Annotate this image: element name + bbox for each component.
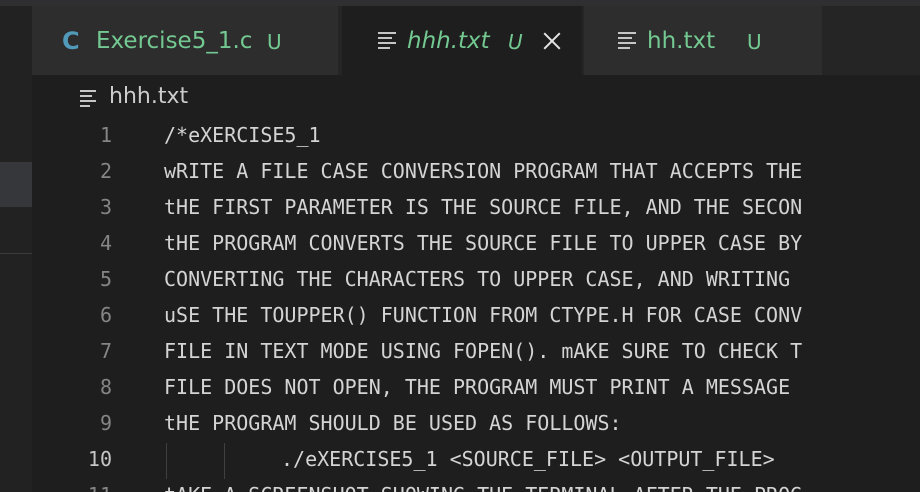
editor-line[interactable]: 4 tHE PROGRAM CONVERTS THE SOURCE FILE T… <box>32 227 920 263</box>
untracked-badge: U <box>747 30 762 54</box>
line-number: 11 <box>32 483 112 492</box>
c-language-icon: C <box>62 27 80 55</box>
line-text: tHE FIRST PARAMETER IS THE SOURCE FILE, … <box>164 195 803 219</box>
indent-guide <box>224 443 225 479</box>
breadcrumb[interactable]: hhh.txt <box>32 75 920 119</box>
file-lines-icon <box>378 32 396 49</box>
line-text: CONVERTING THE CHARACTERS TO UPPER CASE,… <box>164 267 791 291</box>
line-text: tHE PROGRAM SHOULD BE USED AS FOLLOWS: <box>164 411 622 435</box>
editor-line[interactable]: 7 FILE IN TEXT MODE USING FOPEN(). mAKE … <box>32 335 920 371</box>
side-panel-divider <box>0 253 32 254</box>
line-text: FILE IN TEXT MODE USING FOPEN(). mAKE SU… <box>164 339 803 363</box>
editor-line[interactable]: 10 ./eXERCISE5_1 <SOURCE_FILE> <OUTPUT_F… <box>32 443 920 479</box>
line-number: 9 <box>99 411 112 435</box>
breadcrumb-file-label: hhh.txt <box>109 84 189 109</box>
line-number: 6 <box>99 303 112 327</box>
indent-guide <box>166 443 167 479</box>
editor-line[interactable]: 5 CONVERTING THE CHARACTERS TO UPPER CAS… <box>32 263 920 299</box>
editor-tab-bar: C Exercise5_1.c U hhh.txt U hh.txt U <box>32 6 920 75</box>
text-editor[interactable]: 1 /*eXERCISE5_1 2 wRITE A FILE CASE CONV… <box>32 119 920 492</box>
side-panel-selected-item[interactable] <box>0 162 32 207</box>
tab-label: hhh.txt <box>407 28 490 54</box>
side-panel <box>0 0 32 492</box>
tab-exercise5-1-c[interactable]: C Exercise5_1.c U <box>32 6 338 75</box>
line-number: 8 <box>99 375 112 399</box>
line-text: tHE PROGRAM CONVERTS THE SOURCE FILE TO … <box>164 231 803 255</box>
editor-line[interactable]: 8 FILE DOES NOT OPEN, THE PROGRAM MUST P… <box>32 371 920 407</box>
file-lines-icon <box>618 32 636 49</box>
line-number: 1 <box>99 123 112 147</box>
tab-label: Exercise5_1.c <box>96 28 253 54</box>
tab-hhh-txt[interactable]: hhh.txt U <box>342 6 582 75</box>
line-number: 5 <box>99 267 112 291</box>
untracked-badge: U <box>267 30 282 54</box>
editor-line[interactable]: 3 tHE FIRST PARAMETER IS THE SOURCE FILE… <box>32 191 920 227</box>
line-number: 3 <box>99 195 112 219</box>
line-number: 4 <box>99 231 112 255</box>
title-strip <box>0 0 32 6</box>
editor-line[interactable]: 9 tHE PROGRAM SHOULD BE USED AS FOLLOWS: <box>32 407 920 443</box>
file-lines-icon <box>80 90 98 107</box>
line-text: uSE THE TOUPPER() FUNCTION FROM CTYPE.H … <box>164 303 803 327</box>
editor-line[interactable]: 1 /*eXERCISE5_1 <box>32 119 920 155</box>
close-icon[interactable] <box>543 32 561 50</box>
tab-label: hh.txt <box>647 28 716 54</box>
line-number: 10 <box>87 447 112 471</box>
line-text: tAKE A SCREENSHOT SHOWING THE TERMINAL A… <box>164 483 802 492</box>
editor-line[interactable]: 6 uSE THE TOUPPER() FUNCTION FROM CTYPE.… <box>32 299 920 335</box>
line-text: wRITE A FILE CASE CONVERSION PROGRAM THA… <box>164 159 803 183</box>
tab-hh-txt[interactable]: hh.txt U <box>584 6 822 75</box>
editor-line[interactable]: 2 wRITE A FILE CASE CONVERSION PROGRAM T… <box>32 155 920 191</box>
line-number: 2 <box>99 159 112 183</box>
line-number: 7 <box>99 339 112 363</box>
line-text: ./eXERCISE5_1 <SOURCE_FILE> <OUTPUT_FILE… <box>281 447 775 471</box>
line-text: /*eXERCISE5_1 <box>164 123 321 147</box>
untracked-badge: U <box>508 30 523 54</box>
line-text: FILE DOES NOT OPEN, THE PROGRAM MUST PRI… <box>164 375 791 399</box>
editor-line[interactable]: 11 tAKE A SCREENSHOT SHOWING THE TERMINA… <box>32 479 920 492</box>
